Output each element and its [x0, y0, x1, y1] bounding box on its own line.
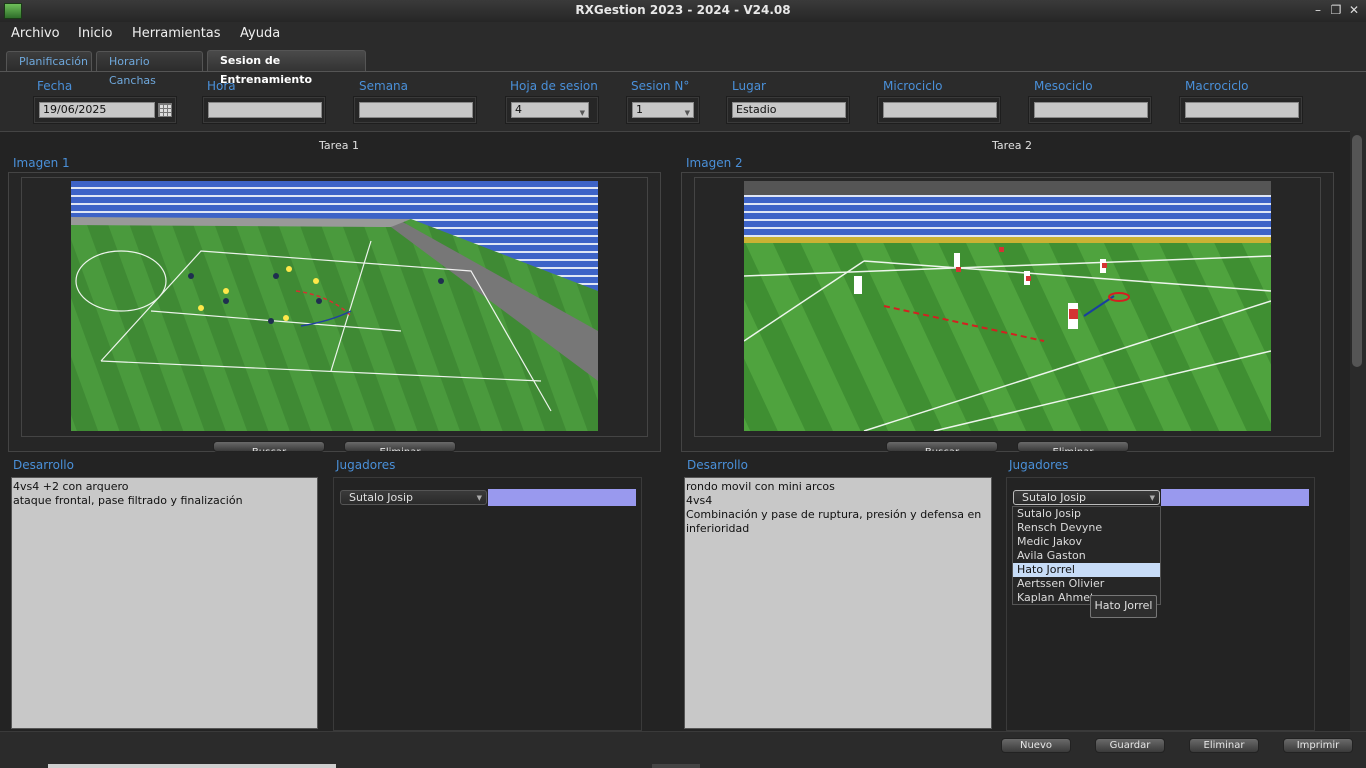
sesion-label: Sesion N°	[631, 79, 690, 93]
mesociclo-input[interactable]	[1034, 102, 1148, 118]
menu-inicio[interactable]: Inicio	[78, 26, 112, 41]
tarea1-title: Tarea 1	[319, 139, 359, 152]
menu-herramientas[interactable]: Herramientas	[132, 26, 221, 41]
nuevo-button[interactable]: Nuevo	[1001, 738, 1071, 753]
minimize-icon[interactable]: –	[1310, 2, 1326, 18]
semana-label: Semana	[359, 79, 409, 93]
chevron-down-icon: ▼	[476, 494, 482, 502]
horizontal-scrollbar-thumb[interactable]	[48, 764, 336, 768]
guardar-button[interactable]: Guardar	[1095, 738, 1165, 753]
macrociclo-input[interactable]	[1185, 102, 1299, 118]
calendar-icon[interactable]	[158, 103, 172, 117]
jugador1-select[interactable]: Sutalo Josip ▼	[340, 490, 487, 505]
desarrollo2-line: rondo movil con mini arcos	[686, 480, 835, 493]
jugador2-value: Sutalo Josip	[1022, 491, 1087, 504]
hoja-label: Hoja de sesion	[510, 79, 598, 93]
desarrollo1-line: ataque frontal, pase filtrado y finaliza…	[13, 494, 243, 507]
tab-horario-canchas[interactable]: Horario Canchas	[96, 51, 203, 87]
imagen1-label: Imagen 1	[13, 156, 70, 170]
jugador1-value: Sutalo Josip	[349, 491, 414, 504]
scrollbar-thumb[interactable]	[1352, 135, 1362, 367]
desarrollo2-textarea[interactable]: rondo movil con mini arcos 4vs4 Combinac…	[684, 477, 992, 729]
jugadores2-label: Jugadores	[1009, 458, 1069, 472]
desarrollo2-line: 4vs4	[686, 494, 713, 507]
jugador2-dropdown-list: Sutalo Josip Rensch Devyne Medic Jakov A…	[1012, 506, 1161, 605]
buscar1-button[interactable]: Buscar	[213, 441, 325, 452]
lugar-field: Estadio	[726, 96, 850, 124]
dropdown-option-highlighted[interactable]: Hato Jorrel	[1017, 563, 1075, 577]
jugadores1-panel	[333, 477, 642, 731]
hoja-field: 4 ▼	[505, 96, 599, 124]
sesion-field: 1 ▼	[626, 96, 700, 124]
mesociclo-field	[1028, 96, 1152, 124]
hora-label: Hora	[207, 79, 236, 93]
desarrollo1-label: Desarrollo	[13, 458, 74, 472]
fecha-field: 19/06/2025	[33, 96, 177, 124]
microciclo-field	[877, 96, 1001, 124]
dropdown-option[interactable]: Avila Gaston	[1017, 549, 1086, 563]
restore-icon[interactable]: ❐	[1328, 2, 1344, 18]
microciclo-label: Microciclo	[883, 79, 943, 93]
desarrollo2-line: Combinación y pase de ruptura, presión y…	[686, 508, 982, 521]
imagen2-label: Imagen 2	[686, 156, 743, 170]
dropdown-option[interactable]: Rensch Devyne	[1017, 521, 1102, 535]
imagen2-image[interactable]	[744, 181, 1271, 431]
menu-archivo[interactable]: Archivo	[11, 26, 60, 41]
desarrollo2-line: inferioridad	[686, 522, 750, 535]
stadium-image-2	[744, 181, 1271, 431]
tarea2-title: Tarea 2	[992, 139, 1032, 152]
macrociclo-field	[1179, 96, 1303, 124]
jugador1-bar	[488, 489, 636, 506]
dropdown-option[interactable]: Medic Jakov	[1017, 535, 1082, 549]
tab-divider	[0, 71, 1366, 72]
chevron-down-icon: ▼	[579, 109, 585, 117]
mesociclo-label: Mesociclo	[1034, 79, 1093, 93]
desarrollo2-label: Desarrollo	[687, 458, 748, 472]
tab-planificacion[interactable]: Planificación	[6, 51, 92, 71]
chevron-down-icon: ▼	[1149, 494, 1155, 502]
window-title: RXGestion 2023 - 2024 - V24.08	[575, 3, 791, 17]
desarrollo1-line: 4vs4 +2 con arquero	[13, 480, 129, 493]
lugar-label: Lugar	[732, 79, 766, 93]
dropdown-option[interactable]: Sutalo Josip	[1017, 507, 1081, 521]
tooltip: Hato Jorrel	[1090, 595, 1157, 618]
semana-input[interactable]	[359, 102, 473, 118]
jugador2-bar	[1161, 489, 1309, 506]
close-icon[interactable]: ✕	[1346, 2, 1362, 18]
sesion-select[interactable]: 1 ▼	[632, 102, 694, 118]
imagen1-image[interactable]	[71, 181, 598, 431]
eliminar1-button[interactable]: Eliminar	[344, 441, 456, 452]
eliminar-button[interactable]: Eliminar	[1189, 738, 1259, 753]
hoja-value: 4	[515, 103, 522, 116]
semana-field	[353, 96, 477, 124]
menu-ayuda[interactable]: Ayuda	[240, 26, 280, 41]
chevron-down-icon: ▼	[684, 109, 690, 117]
stadium-image-1	[71, 181, 598, 431]
macrociclo-label: Macrociclo	[1185, 79, 1249, 93]
fecha-input[interactable]: 19/06/2025	[39, 102, 155, 118]
eliminar2-button[interactable]: Eliminar	[1017, 441, 1129, 452]
imprimir-button[interactable]: Imprimir	[1283, 738, 1353, 753]
bottom-divider	[0, 731, 1366, 732]
desarrollo1-textarea[interactable]: 4vs4 +2 con arquero ataque frontal, pase…	[11, 477, 318, 729]
fecha-label: Fecha	[37, 79, 73, 93]
hora-input[interactable]	[208, 102, 322, 118]
dropdown-option[interactable]: Aertssen Olivier	[1017, 577, 1104, 591]
jugadores1-label: Jugadores	[336, 458, 396, 472]
sesion-value: 1	[636, 103, 643, 116]
microciclo-input[interactable]	[883, 102, 997, 118]
lugar-input[interactable]: Estadio	[732, 102, 846, 118]
jugador2-select[interactable]: Sutalo Josip ▼	[1013, 490, 1160, 505]
buscar2-button[interactable]: Buscar	[886, 441, 998, 452]
horizontal-scrollbar-segment[interactable]	[652, 764, 700, 768]
tab-sesion-entrenamiento[interactable]: Sesion de Entrenamiento	[207, 50, 366, 86]
hora-field	[202, 96, 326, 124]
hoja-select[interactable]: 4 ▼	[511, 102, 589, 118]
